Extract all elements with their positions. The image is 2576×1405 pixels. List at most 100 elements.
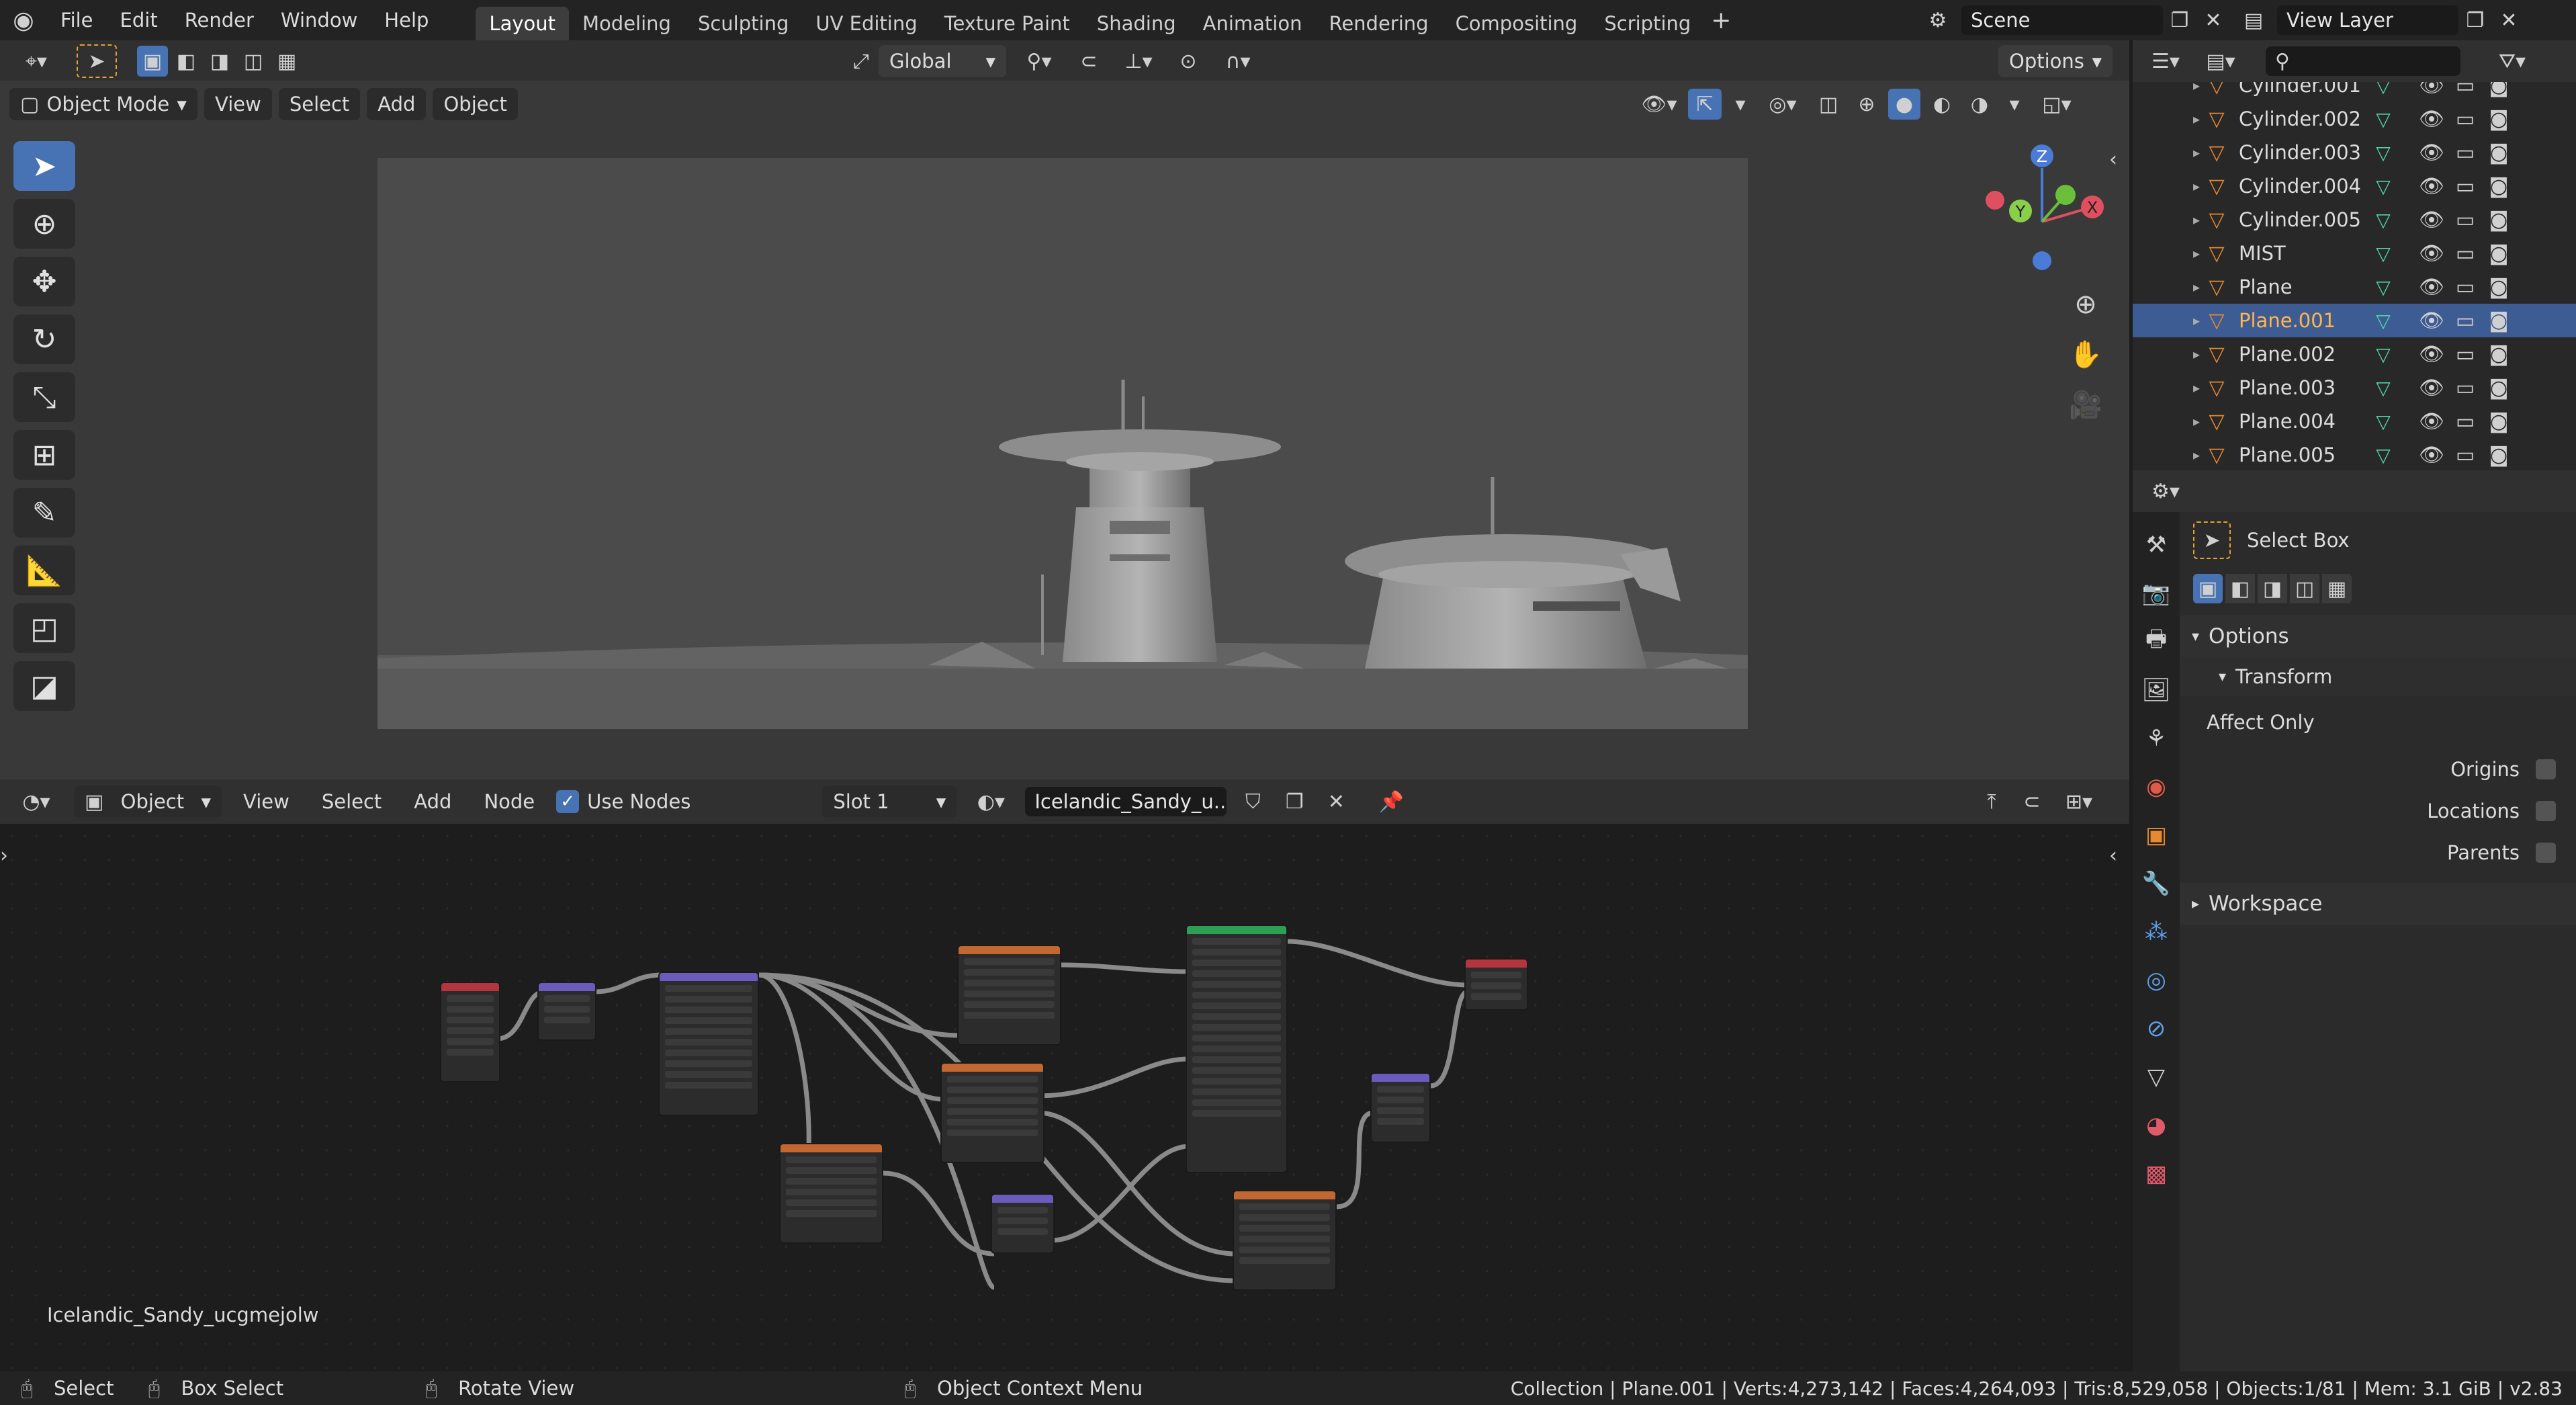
camera-render-icon[interactable]: ◙ [2482, 376, 2516, 400]
falloff-icon[interactable]: ∩▾ [1214, 50, 1261, 73]
copy-scene-icon[interactable]: ❐ [2163, 9, 2196, 32]
node-editor[interactable]: Icelandic_Sandy_ucgmejolw ‹ › [0, 824, 2180, 1371]
view-layer-icon[interactable]: ▤ [2230, 9, 2277, 32]
material-name-field[interactable]: Icelandic_Sandy_u.. [1025, 787, 1227, 816]
gizmo-toggle-icon[interactable]: ⇱ [1688, 89, 1722, 120]
mesh-data-icon[interactable]: ▽ [2366, 82, 2400, 97]
node-toolbar-toggle-icon[interactable]: › [0, 844, 8, 867]
outliner-row[interactable]: ▸ ▽ Cylinder.003 ▽ 👁 ▭ ◙ [2133, 136, 2576, 169]
output-tab-icon[interactable]: 🖶 [2136, 621, 2176, 663]
data-tab-icon[interactable]: ▽ [2136, 1056, 2176, 1098]
eye-icon[interactable]: 👁 [2415, 343, 2448, 366]
camera-render-icon[interactable]: ◙ [2482, 275, 2516, 299]
mode-dropdown[interactable]: ▢ Object Mode ▾ [9, 88, 197, 120]
transform-subpanel-header[interactable]: ▾ Transform [2180, 657, 2576, 696]
monitor-icon[interactable]: ▭ [2448, 141, 2482, 165]
visibility-icon[interactable]: 👁▾ [1636, 93, 1683, 116]
menu-render[interactable]: Render [171, 0, 267, 40]
mesh-data-icon[interactable]: ▽ [2366, 175, 2400, 198]
material-tab-icon[interactable]: ◕ [2136, 1105, 2176, 1146]
scene-icon[interactable]: ⚙ [1914, 9, 1961, 32]
select-box-tool-icon[interactable]: ➤ [77, 44, 117, 78]
mesh-data-icon[interactable]: ▽ [2366, 108, 2400, 130]
outliner-row[interactable]: ▸ ▽ Plane.001 ▽ 👁 ▭ ◙ [2133, 304, 2576, 337]
wireframe-shading-icon[interactable]: ⊕ [1851, 93, 1883, 116]
measure-tool-icon[interactable]: 📐 [13, 546, 75, 595]
monitor-icon[interactable]: ▭ [2448, 208, 2482, 232]
mesh-data-icon[interactable]: ▽ [2366, 243, 2400, 265]
solid-shading-icon[interactable]: ● [1888, 89, 1920, 120]
expand-arrow-icon[interactable]: ▸ [2133, 279, 2207, 295]
tool-mode-extend-icon[interactable]: ◧ [2225, 574, 2255, 603]
node-texture-coordinate[interactable] [440, 982, 500, 1082]
eye-icon[interactable]: 👁 [2415, 275, 2448, 299]
menu-help[interactable]: Help [371, 0, 442, 40]
eye-icon[interactable]: 👁 [2415, 410, 2448, 433]
modifiers-tab-icon[interactable]: 🔧 [2136, 863, 2176, 904]
tab-modeling[interactable]: Modeling [569, 7, 684, 40]
mesh-data-icon[interactable]: ▽ [2366, 310, 2400, 332]
material-shading-icon[interactable]: ◐ [1926, 93, 1958, 116]
monitor-icon[interactable]: ▭ [2448, 275, 2482, 299]
options-panel-header[interactable]: ▾ Options [2180, 615, 2576, 657]
mode-subtract-icon[interactable]: ◨ [204, 46, 235, 77]
annotate-tool-icon[interactable]: ✎ [13, 488, 75, 538]
outliner-row[interactable]: ▸ ▽ Plane.003 ▽ 👁 ▭ ◙ [2133, 371, 2576, 405]
menu-select[interactable]: Select [278, 88, 361, 120]
node-principled-bsdf[interactable] [1186, 925, 1288, 1173]
mode-difference-icon[interactable]: ◫ [238, 46, 269, 77]
expand-arrow-icon[interactable]: ▸ [2133, 212, 2207, 228]
node-snap-target-icon[interactable]: ⊞▾ [2055, 790, 2102, 814]
outliner-object-name[interactable]: Plane.002 [2239, 343, 2366, 366]
monitor-icon[interactable]: ▭ [2448, 175, 2482, 198]
transform-tool-icon[interactable]: ⊞ [13, 430, 75, 480]
orientation-dropdown[interactable]: Global ▾ [879, 45, 1006, 77]
cursor-tool-icon[interactable]: ⊕ [13, 199, 75, 249]
scale-tool-icon[interactable]: ⤡ [13, 372, 75, 422]
outliner-object-name[interactable]: Plane.001 [2239, 309, 2366, 332]
node-image-texture-albedo[interactable] [957, 945, 1061, 1046]
expand-arrow-icon[interactable]: ▸ [2133, 346, 2207, 362]
world-tab-icon[interactable]: ◉ [2136, 766, 2176, 808]
render-tab-icon[interactable]: 📷 [2136, 572, 2176, 614]
node-editor-type-icon[interactable]: ◔▾ [9, 790, 63, 814]
filter-icon[interactable]: ⛛▾ [2489, 50, 2536, 73]
tool-mode-new-icon[interactable]: ▣ [2193, 574, 2223, 603]
tab-texture-paint[interactable]: Texture Paint [931, 7, 1083, 40]
navigation-gizmo[interactable]: Z Y X [1975, 141, 2109, 275]
pivot-icon[interactable]: ⚲▾ [1016, 50, 1063, 73]
monitor-icon[interactable]: ▭ [2448, 82, 2482, 97]
tool-tab-icon[interactable]: ⚒ [2136, 524, 2176, 566]
eye-icon[interactable]: 👁 [2415, 376, 2448, 400]
add-cube-tool-icon[interactable]: ◰ [13, 603, 75, 653]
menu-view[interactable]: View [204, 88, 272, 120]
node-snap-icon[interactable]: ⊂ [2015, 790, 2049, 814]
tool-mode-difference-icon[interactable]: ◫ [2290, 574, 2319, 603]
particles-tab-icon[interactable]: ⁂ [2136, 911, 2176, 953]
outliner-object-name[interactable]: Plane.005 [2239, 443, 2366, 466]
mesh-data-icon[interactable]: ▽ [2366, 142, 2400, 164]
fake-user-icon[interactable]: ⛉ [1237, 790, 1268, 814]
unlink-material-icon[interactable]: ✕ [1321, 790, 1351, 814]
tool-mode-subtract-icon[interactable]: ◨ [2258, 574, 2287, 603]
expand-arrow-icon[interactable]: ▸ [2133, 312, 2207, 329]
outliner-object-name[interactable]: Cylinder.005 [2239, 208, 2366, 231]
outliner-search-input[interactable]: ⚲ [2266, 46, 2460, 76]
parents-row[interactable]: Parents [2180, 832, 2576, 874]
tab-compositing[interactable]: Compositing [1442, 7, 1591, 40]
node-menu-add[interactable]: Add [403, 785, 462, 818]
3d-viewport[interactable]: ➤ ⊕ ✥ ↻ ⤡ ⊞ ✎ 📐 ◰ ◪ Z Y X ⊕ ✋ 🎥 ‹ [0, 81, 2129, 779]
outliner-object-name[interactable]: Cylinder.001 [2239, 82, 2366, 97]
outliner-row[interactable]: ▸ ▽ Cylinder.005 ▽ 👁 ▭ ◙ [2133, 203, 2576, 237]
menu-add[interactable]: Add [367, 88, 427, 120]
duplicate-material-icon[interactable]: ❐ [1279, 790, 1310, 814]
eye-icon[interactable]: 👁 [2415, 309, 2448, 333]
expand-arrow-icon[interactable]: ▸ [2133, 380, 2207, 396]
node-displacement[interactable] [1370, 1072, 1431, 1143]
mode-new-icon[interactable]: ▣ [137, 46, 168, 77]
shading-dropdown-icon[interactable]: ▾ [2001, 93, 2028, 116]
workspace-panel-header[interactable]: ▸ Workspace [2180, 883, 2576, 925]
outliner-editor-type-icon[interactable]: ☰▾ [2142, 50, 2189, 73]
expand-arrow-icon[interactable]: ▸ [2133, 144, 2207, 161]
outliner-object-name[interactable]: Plane.003 [2239, 376, 2366, 399]
